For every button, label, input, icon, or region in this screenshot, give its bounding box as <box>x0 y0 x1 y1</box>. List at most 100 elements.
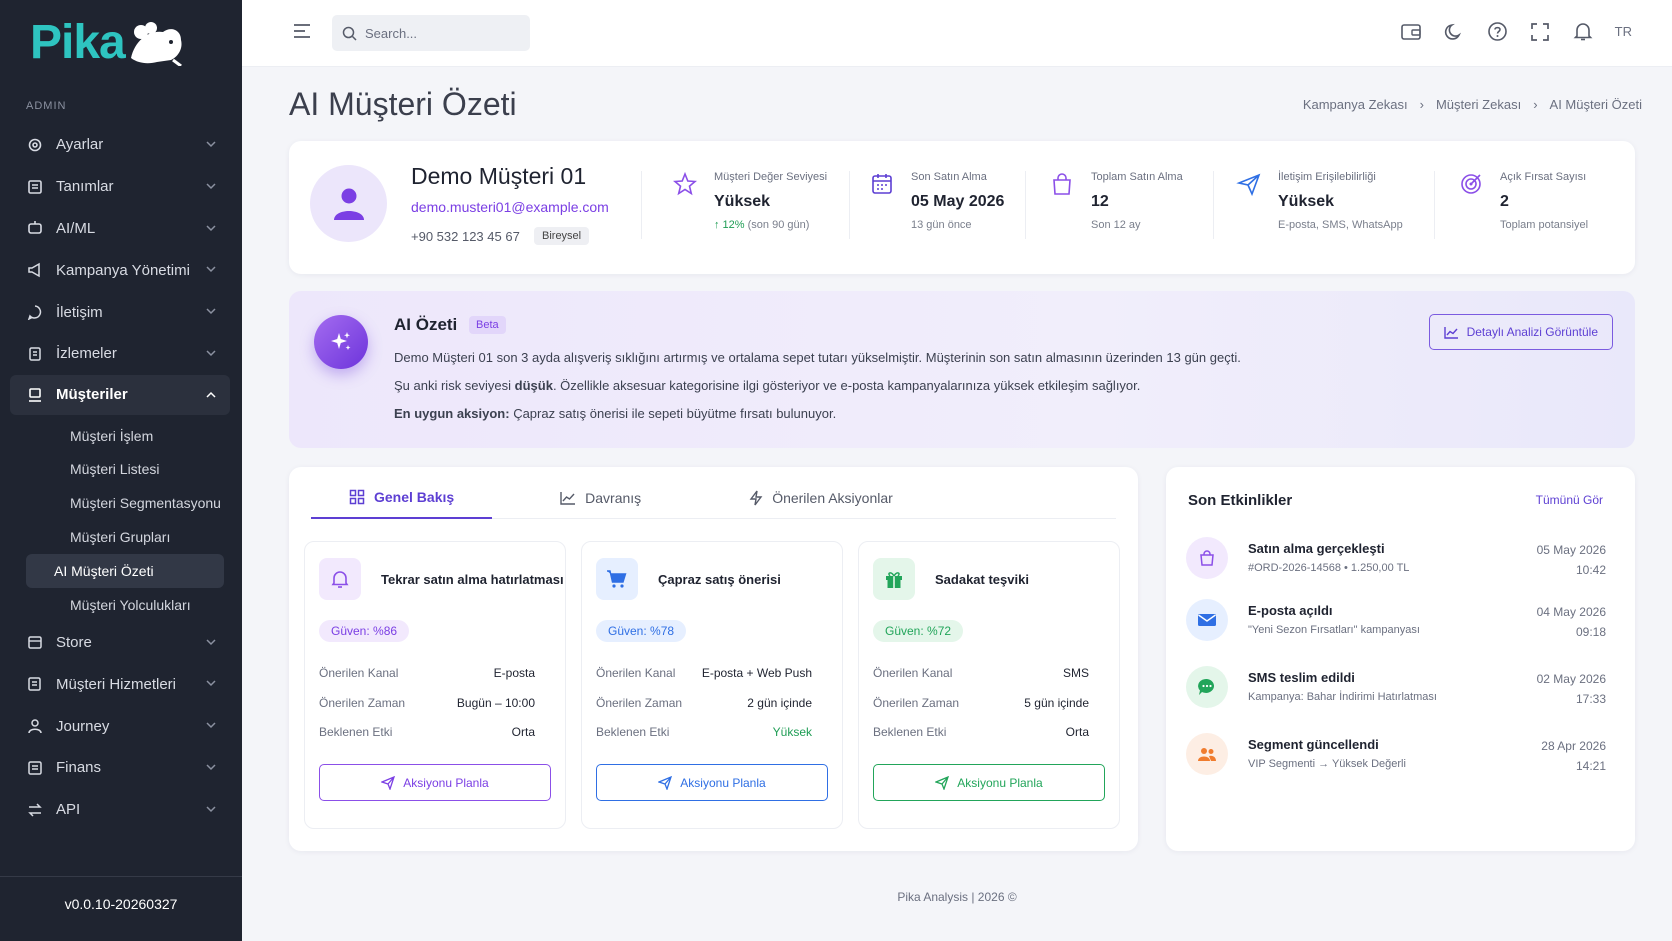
sidebar-subitem[interactable]: Müşteri Listesi <box>26 453 224 487</box>
stat-value: 12 <box>1091 193 1109 210</box>
stat-label: Toplam Satın Alma <box>1091 171 1183 183</box>
sidebar-item-ayarlar[interactable]: Ayarlar <box>10 124 230 166</box>
sidebar-item-iletisim[interactable]: İletişim <box>10 291 230 333</box>
version-label: v0.0.10-20260327 <box>0 876 242 941</box>
sparkles-icon <box>314 315 368 369</box>
chevron-right-icon: › <box>1419 97 1424 112</box>
customer-email[interactable]: demo.musteri01@example.com <box>411 199 609 215</box>
logo[interactable]: Pika <box>30 12 185 72</box>
finance-icon <box>26 759 44 777</box>
sidebar-item-hizmetler[interactable]: Müşteri Hizmetleri <box>10 663 230 705</box>
event-sub: Kampanya: Bahar İndirimi Hatırlatması <box>1248 691 1437 703</box>
text: . Özellikle aksesuar kategorisine ilgi g… <box>552 378 1141 393</box>
event-item[interactable]: Satın alma gerçekleşti #ORD-2026-14568 •… <box>1186 535 1606 585</box>
tab-label: Genel Bakış <box>374 489 455 505</box>
menu-toggle-icon[interactable] <box>292 22 312 40</box>
divider <box>1025 171 1026 239</box>
row-label: Önerilen Kanal <box>873 666 953 680</box>
event-item[interactable]: E-posta açıldı "Yeni Sezon Fırsatları" k… <box>1186 597 1606 647</box>
sidebar-item-izlemeler[interactable]: İzlemeler <box>10 333 230 375</box>
sidebar-item-label: İzlemeler <box>56 345 117 363</box>
event-date: 04 May 2026 <box>1536 605 1606 619</box>
sidebar-item-label: Store <box>56 633 92 651</box>
ai-summary-line: Demo Müşteri 01 son 3 ayda alışveriş sık… <box>394 350 1241 365</box>
row-value: Orta <box>1065 725 1089 739</box>
stat-label: Son Satın Alma <box>911 171 987 183</box>
chevron-down-icon <box>206 266 216 273</box>
robot-icon <box>26 219 44 237</box>
divider <box>1434 171 1435 239</box>
sidebar-item-api[interactable]: API <box>10 789 230 831</box>
events-title: Son Etkinlikler <box>1188 492 1293 509</box>
event-item[interactable]: SMS teslim edildi Kampanya: Bahar İndiri… <box>1186 664 1606 714</box>
cart-icon <box>596 558 638 600</box>
avatar <box>310 165 387 242</box>
search-input[interactable] <box>365 25 515 41</box>
sidebar-item-kampanya[interactable]: Kampanya Yönetimi <box>10 249 230 291</box>
chevron-down-icon <box>206 722 216 729</box>
stat-sub-text: (son 90 gün) <box>744 219 810 231</box>
button-label: Aksiyonu Planla <box>680 775 766 790</box>
event-time: 14:21 <box>1575 759 1606 773</box>
sidebar-subitem[interactable]: Müşteri İşlem <box>26 419 224 453</box>
sidebar-subitem[interactable]: Müşteri Grupları <box>26 520 224 554</box>
sidebar-item-finans[interactable]: Finans <box>10 747 230 789</box>
plan-action-button[interactable]: Aksiyonu Planla <box>319 764 551 801</box>
sidebar-item-journey[interactable]: Journey <box>10 705 230 747</box>
help-icon[interactable] <box>1486 20 1509 43</box>
event-title: E-posta açıldı <box>1248 603 1333 618</box>
text: Şu anki risk seviyesi <box>394 378 515 393</box>
breadcrumb-item[interactable]: Müşteri Zekası <box>1436 97 1521 112</box>
sidebar-item-musteriler[interactable]: Müşteriler <box>10 374 230 415</box>
bell-icon <box>319 558 361 600</box>
language-selector[interactable]: TR <box>1615 24 1632 39</box>
tab-label: Davranış <box>585 490 642 506</box>
footer: Pika Analysis | 2026 © <box>897 890 1017 904</box>
send-icon <box>658 775 673 790</box>
action-row: Önerilen Kanal E-posta + Web Push <box>596 666 812 680</box>
sidebar-item-store[interactable]: Store <box>10 622 230 664</box>
chevron-down-icon <box>206 308 216 315</box>
sidebar-item-tanimlar[interactable]: Tanımlar <box>10 166 230 208</box>
gear-icon <box>26 136 44 154</box>
action-title: Tekrar satın alma hatırlatması <box>381 572 564 587</box>
action-row: Önerilen Kanal SMS <box>873 666 1089 680</box>
text: Çapraz satış önerisi ile sepeti büyütme … <box>509 406 837 421</box>
tab-recommended-actions[interactable]: Önerilen Aksiyonlar <box>731 477 911 519</box>
chart-line-icon <box>1443 326 1458 339</box>
search-box[interactable] <box>332 15 530 51</box>
chevron-down-icon <box>206 639 216 645</box>
detailed-analysis-button[interactable]: Detaylı Analizi Görüntüle <box>1428 314 1613 350</box>
row-label: Önerilen Zaman <box>596 696 683 710</box>
send-icon <box>1236 173 1261 197</box>
sidebar-subitem[interactable]: Müşteri Segmentasyonu <box>26 486 224 520</box>
fullscreen-icon[interactable] <box>1529 20 1552 43</box>
wallet-icon[interactable] <box>1400 20 1423 43</box>
sidebar-item-aiml[interactable]: AI/ML <box>10 208 230 250</box>
row-label: Önerilen Kanal <box>319 666 399 680</box>
star-icon <box>672 171 698 196</box>
user-icon <box>26 717 44 735</box>
ai-summary-card: AI Özeti Beta Demo Müşteri 01 son 3 ayda… <box>289 291 1635 448</box>
sidebar-item-label: Müşteri Hizmetleri <box>56 675 177 693</box>
sidebar-subitem-active[interactable]: AI Müşteri Özeti <box>26 553 224 588</box>
plan-action-button[interactable]: Aksiyonu Planla <box>596 764 828 801</box>
ai-summary-title: AI Özeti <box>394 315 458 334</box>
sidebar-subitem[interactable]: Müşteri Yolculukları <box>26 588 224 622</box>
action-title: Çapraz satış önerisi <box>658 572 781 587</box>
breadcrumb-item[interactable]: Kampanya Zekası <box>1303 97 1408 112</box>
action-row: Beklenen Etki Orta <box>873 725 1089 739</box>
event-item[interactable]: Segment güncellendi VIP Segmenti → Yükse… <box>1186 731 1606 781</box>
user-icon <box>333 188 364 220</box>
shopping-bag-icon <box>1053 173 1071 195</box>
customer-name: Demo Müşteri 01 <box>411 163 587 189</box>
view-all-link[interactable]: Tümünü Gör <box>1536 493 1603 507</box>
chevron-up-icon <box>206 391 216 398</box>
tab-overview[interactable]: Genel Bakış <box>311 477 493 519</box>
sidebar-item-label: İletişim <box>56 303 103 321</box>
bell-icon[interactable] <box>1572 20 1595 43</box>
plan-action-button[interactable]: Aksiyonu Planla <box>873 764 1105 801</box>
tab-behavior[interactable]: Davranış <box>542 477 659 519</box>
chevron-down-icon <box>206 680 216 687</box>
moon-icon[interactable] <box>1443 20 1466 43</box>
